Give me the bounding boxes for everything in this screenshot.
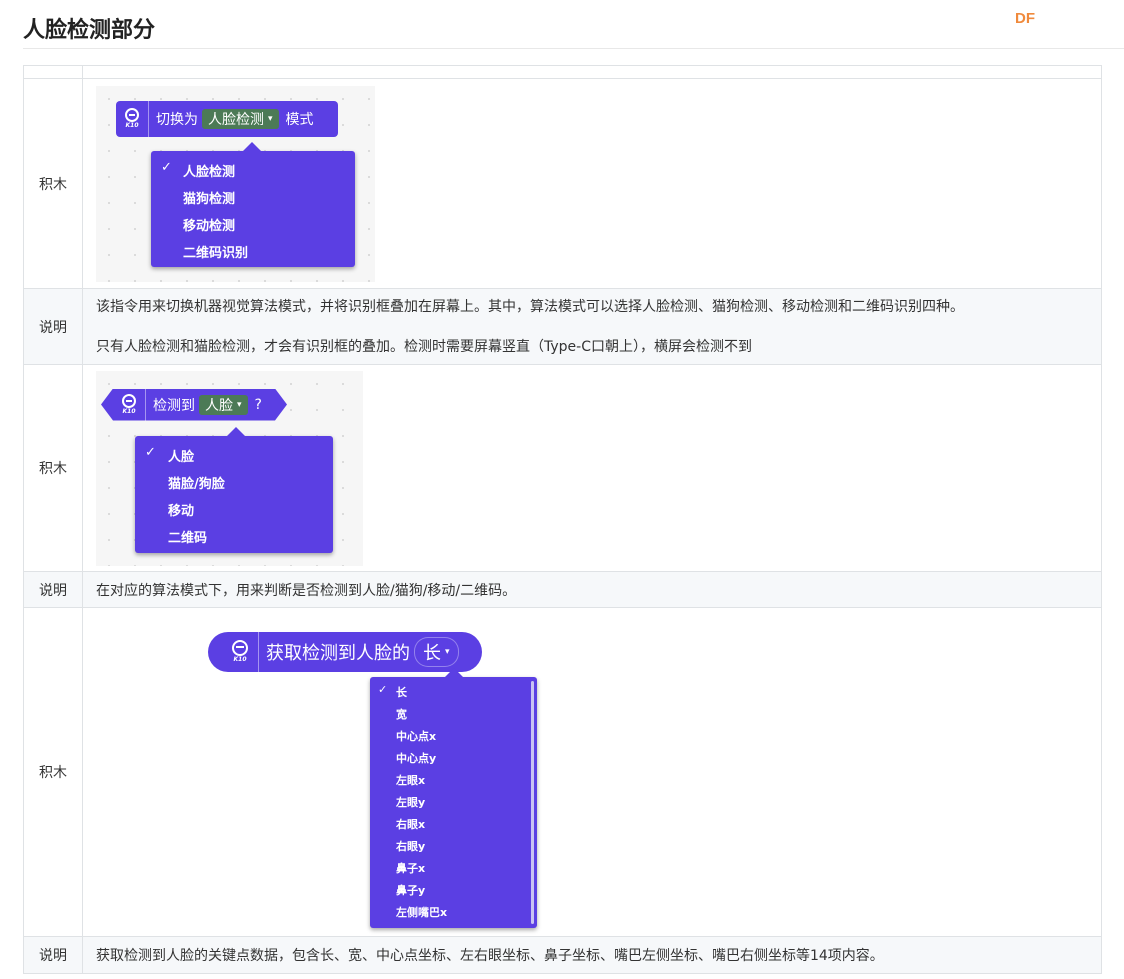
block-text-prefix: 切换为 xyxy=(156,111,198,128)
table-header-row xyxy=(23,65,1102,79)
menu-item[interactable]: 猫狗检测 xyxy=(183,188,235,207)
row-label: 积木 xyxy=(23,78,83,289)
menu-item[interactable]: 长 xyxy=(396,684,407,700)
description-text: 获取检测到人脸的关键点数据，包含长、宽、中心点坐标、左右眼坐标、鼻子坐标、嘴巴左… xyxy=(82,936,1102,974)
menu-item[interactable]: 移动检测 xyxy=(183,215,235,234)
menu-item[interactable]: 移动 xyxy=(168,500,194,519)
table-row: 积木 K10 检测到 人脸 ▾ ? ✓ 人脸 猫脸/狗脸 移动 二维码 xyxy=(23,364,1102,572)
chevron-down-icon: ▾ xyxy=(268,113,273,124)
menu-item[interactable]: 人脸检测 xyxy=(183,161,235,180)
block-canvas-detect: K10 检测到 人脸 ▾ ? ✓ 人脸 猫脸/狗脸 移动 二维码 xyxy=(96,370,363,566)
table-row: 积木 K10 获取检测到人脸的 长 ▾ ✓ 长 宽 中心点x 中心点y 左眼x 左… xyxy=(23,607,1102,937)
checkmark-icon: ✓ xyxy=(145,444,156,460)
switch-mode-block[interactable]: K10 切换为 人脸检测 ▾ 模式 xyxy=(116,100,338,137)
menu-item[interactable]: 鼻子x xyxy=(396,860,425,876)
block-canvas-face-data: K10 获取检测到人脸的 长 ▾ ✓ 长 宽 中心点x 中心点y 左眼x 左眼y … xyxy=(96,609,616,935)
menu-item[interactable]: 中心点y xyxy=(396,750,436,766)
description-text: 只有人脸检测和猫脸检测，才会有识别框的叠加。检测时需要屏幕竖直（Type-C口朝… xyxy=(96,338,752,355)
target-dropdown-menu: ✓ 人脸 猫脸/狗脸 移动 二维码 xyxy=(135,426,333,553)
table-row: 说明 获取检测到人脸的关键点数据，包含长、宽、中心点坐标、左右眼坐标、鼻子坐标、… xyxy=(23,936,1102,974)
menu-item[interactable]: 二维码识别 xyxy=(183,242,248,261)
k10-icon: K10 xyxy=(222,631,259,672)
detect-block[interactable]: K10 检测到 人脸 ▾ ? xyxy=(101,389,287,421)
attribute-dropdown[interactable]: 长 ▾ xyxy=(414,636,459,667)
chevron-down-icon: ▾ xyxy=(445,646,450,657)
row-label: 说明 xyxy=(23,571,83,608)
menu-item[interactable]: 宽 xyxy=(396,706,407,722)
description-text: 该指令用来切换机器视觉算法模式，并将识别框叠加在屏幕上。其中，算法模式可以选择人… xyxy=(96,298,964,315)
menu-item[interactable]: 猫脸/狗脸 xyxy=(168,473,225,492)
brand-logo: DF xyxy=(1015,10,1035,27)
menu-item[interactable]: 鼻子y xyxy=(396,882,425,898)
title-divider xyxy=(23,48,1124,49)
scrollbar[interactable] xyxy=(531,680,534,924)
block-text-suffix: 模式 xyxy=(285,111,314,128)
target-dropdown[interactable]: 人脸 ▾ xyxy=(199,395,248,415)
block-text-prefix: 检测到 xyxy=(153,397,195,414)
menu-item[interactable]: 人脸 xyxy=(168,446,194,465)
mode-dropdown-menu: ✓ 人脸检测 猫狗检测 移动检测 二维码识别 xyxy=(151,141,355,267)
row-label: 积木 xyxy=(23,364,83,572)
menu-item[interactable]: 左眼y xyxy=(396,794,425,810)
block-text-suffix: ? xyxy=(254,396,262,413)
face-data-block[interactable]: K10 获取检测到人脸的 长 ▾ xyxy=(208,631,482,672)
mode-dropdown-value: 人脸检测 xyxy=(208,111,264,128)
mode-dropdown[interactable]: 人脸检测 ▾ xyxy=(202,108,279,129)
menu-item[interactable]: 中心点x xyxy=(396,728,436,744)
blocks-table: 积木 K10 切换为 人脸检测 ▾ 模式 ✓ 人脸检测 猫狗检测 移动检测 二维码… xyxy=(23,65,1102,974)
menu-item[interactable]: 左侧嘴巴x xyxy=(396,904,447,920)
checkmark-icon: ✓ xyxy=(161,159,172,175)
attribute-dropdown-menu: ✓ 长 宽 中心点x 中心点y 左眼x 左眼y 右眼x 右眼y 鼻子x 鼻子y … xyxy=(370,667,537,928)
page-title: 人脸检测部分 xyxy=(23,18,156,43)
attribute-dropdown-value: 长 xyxy=(423,642,441,664)
chevron-down-icon: ▾ xyxy=(237,399,242,410)
table-row: 说明 在对应的算法模式下，用来判断是否检测到人脸/猫狗/移动/二维码。 xyxy=(23,571,1102,608)
k10-icon: K10 xyxy=(113,389,146,421)
menu-item[interactable]: 二维码 xyxy=(168,527,207,546)
checkmark-icon: ✓ xyxy=(378,682,388,696)
menu-item[interactable]: 左眼x xyxy=(396,772,425,788)
table-row: 积木 K10 切换为 人脸检测 ▾ 模式 ✓ 人脸检测 猫狗检测 移动检测 二维码… xyxy=(23,78,1102,289)
block-canvas-switch-mode: K10 切换为 人脸检测 ▾ 模式 ✓ 人脸检测 猫狗检测 移动检测 二维码识别 xyxy=(96,85,375,282)
row-label: 说明 xyxy=(23,936,83,974)
block-text-prefix: 获取检测到人脸的 xyxy=(266,642,410,664)
description-text: 在对应的算法模式下，用来判断是否检测到人脸/猫狗/移动/二维码。 xyxy=(82,571,1102,608)
menu-item[interactable]: 右眼y xyxy=(396,838,425,854)
k10-icon: K10 xyxy=(116,100,149,137)
row-label: 说明 xyxy=(23,288,83,365)
row-label: 积木 xyxy=(23,607,83,937)
menu-item[interactable]: 右眼x xyxy=(396,816,425,832)
table-row: 说明 该指令用来切换机器视觉算法模式，并将识别框叠加在屏幕上。其中，算法模式可以… xyxy=(23,288,1102,365)
target-dropdown-value: 人脸 xyxy=(205,397,233,414)
